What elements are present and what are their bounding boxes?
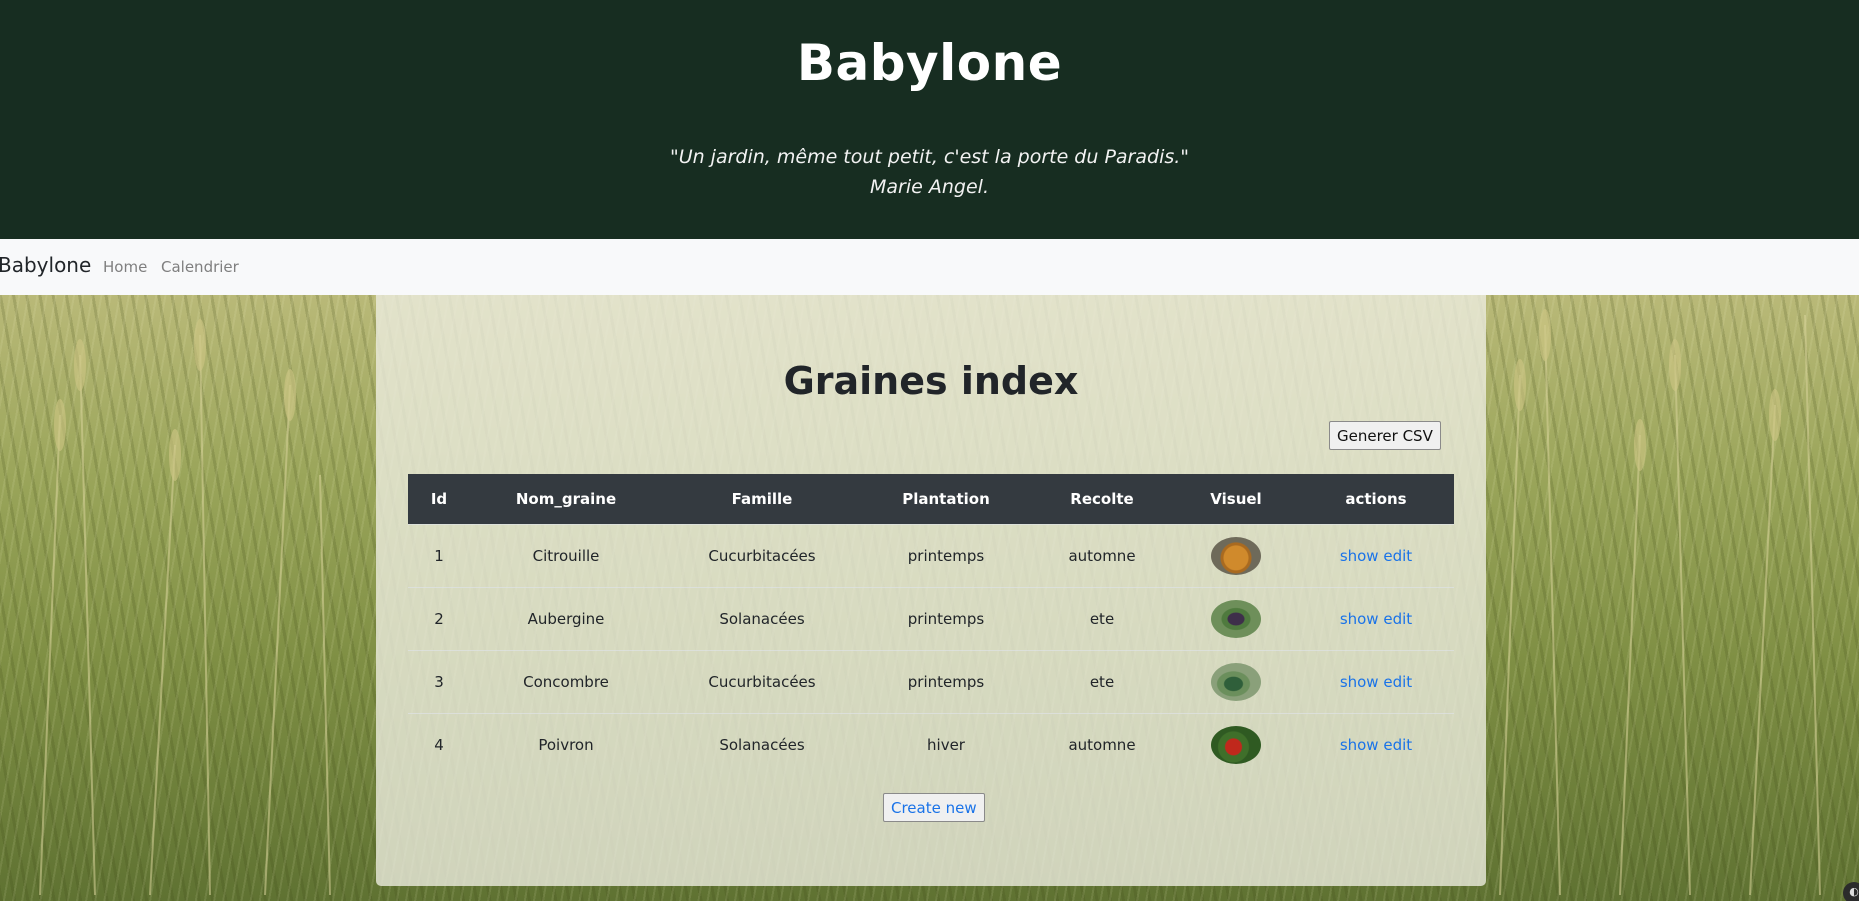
eggplant-thumbnail-icon — [1211, 599, 1261, 638]
column-header-actions: actions — [1298, 474, 1454, 524]
table-header-row: Id Nom_graine Famille Plantation Recolte… — [408, 474, 1454, 524]
generate-csv-button[interactable]: Generer CSV — [1329, 421, 1441, 450]
cell-recolte: ete — [1030, 586, 1174, 650]
column-header-plantation: Plantation — [862, 474, 1030, 524]
cell-id: 1 — [408, 523, 470, 587]
cell-visuel — [1174, 523, 1298, 587]
cell-recolte: ete — [1030, 649, 1174, 713]
show-link[interactable]: show — [1340, 610, 1379, 628]
cell-nom-graine: Aubergine — [470, 586, 662, 650]
show-link[interactable]: show — [1340, 547, 1379, 565]
nav-link-home[interactable]: Home — [103, 258, 147, 276]
cell-plantation: printemps — [862, 649, 1030, 713]
pumpkin-thumbnail-icon — [1211, 536, 1261, 575]
cell-id: 2 — [408, 586, 470, 650]
cell-visuel — [1174, 712, 1298, 776]
graines-table: Id Nom_graine Famille Plantation Recolte… — [408, 474, 1454, 776]
cell-id: 3 — [408, 649, 470, 713]
corner-overlay-icon[interactable]: ◐ — [1843, 882, 1859, 901]
page-title: Graines index — [783, 359, 1079, 403]
cell-plantation: printemps — [862, 586, 1030, 650]
edit-link[interactable]: edit — [1383, 673, 1412, 691]
nav-link-calendrier[interactable]: Calendrier — [161, 258, 239, 276]
edit-link[interactable]: edit — [1383, 547, 1412, 565]
table-row: 4 Poivron Solanacées hiver automne show … — [408, 712, 1454, 776]
cell-actions: show edit — [1298, 523, 1454, 587]
quote-text: "Un jardin, même tout petit, c'est la po… — [669, 146, 1190, 168]
show-link[interactable]: show — [1340, 736, 1379, 754]
cell-recolte: automne — [1030, 712, 1174, 776]
edit-link[interactable]: edit — [1383, 610, 1412, 628]
cell-id: 4 — [408, 712, 470, 776]
column-header-recolte: Recolte — [1030, 474, 1174, 524]
header-quote: "Un jardin, même tout petit, c'est la po… — [0, 142, 1859, 202]
column-header-famille: Famille — [662, 474, 862, 524]
cell-famille: Solanacées — [662, 712, 862, 776]
edit-link[interactable]: edit — [1383, 736, 1412, 754]
navbar-brand[interactable]: Babylone — [0, 253, 91, 277]
site-title: Babylone — [796, 34, 1063, 92]
pepper-thumbnail-icon — [1211, 725, 1261, 764]
cell-nom-graine: Citrouille — [470, 523, 662, 587]
cell-famille: Cucurbitacées — [662, 649, 862, 713]
cell-actions: show edit — [1298, 712, 1454, 776]
column-header-nom-graine: Nom_graine — [470, 474, 662, 524]
cell-nom-graine: Concombre — [470, 649, 662, 713]
graines-panel: Graines index Generer CSV Id Nom_graine … — [376, 295, 1486, 886]
create-new-button[interactable]: Create new — [883, 793, 985, 822]
cucumber-thumbnail-icon — [1211, 662, 1261, 701]
cell-plantation: hiver — [862, 712, 1030, 776]
navbar: Babylone Home Calendrier — [0, 239, 1859, 295]
cell-visuel — [1174, 586, 1298, 650]
column-header-visuel: Visuel — [1174, 474, 1298, 524]
cell-actions: show edit — [1298, 649, 1454, 713]
table-row: 3 Concombre Cucurbitacées printemps ete … — [408, 649, 1454, 713]
cell-plantation: printemps — [862, 523, 1030, 587]
cell-famille: Cucurbitacées — [662, 523, 862, 587]
table-row: 2 Aubergine Solanacées printemps ete sho… — [408, 586, 1454, 650]
site-header: Babylone "Un jardin, même tout petit, c'… — [0, 0, 1859, 239]
cell-nom-graine: Poivron — [470, 712, 662, 776]
table-row: 1 Citrouille Cucurbitacées printemps aut… — [408, 523, 1454, 587]
cell-recolte: automne — [1030, 523, 1174, 587]
show-link[interactable]: show — [1340, 673, 1379, 691]
cell-famille: Solanacées — [662, 586, 862, 650]
quote-author: Marie Angel. — [870, 176, 989, 198]
cell-visuel — [1174, 649, 1298, 713]
column-header-id: Id — [408, 474, 470, 524]
cell-actions: show edit — [1298, 586, 1454, 650]
